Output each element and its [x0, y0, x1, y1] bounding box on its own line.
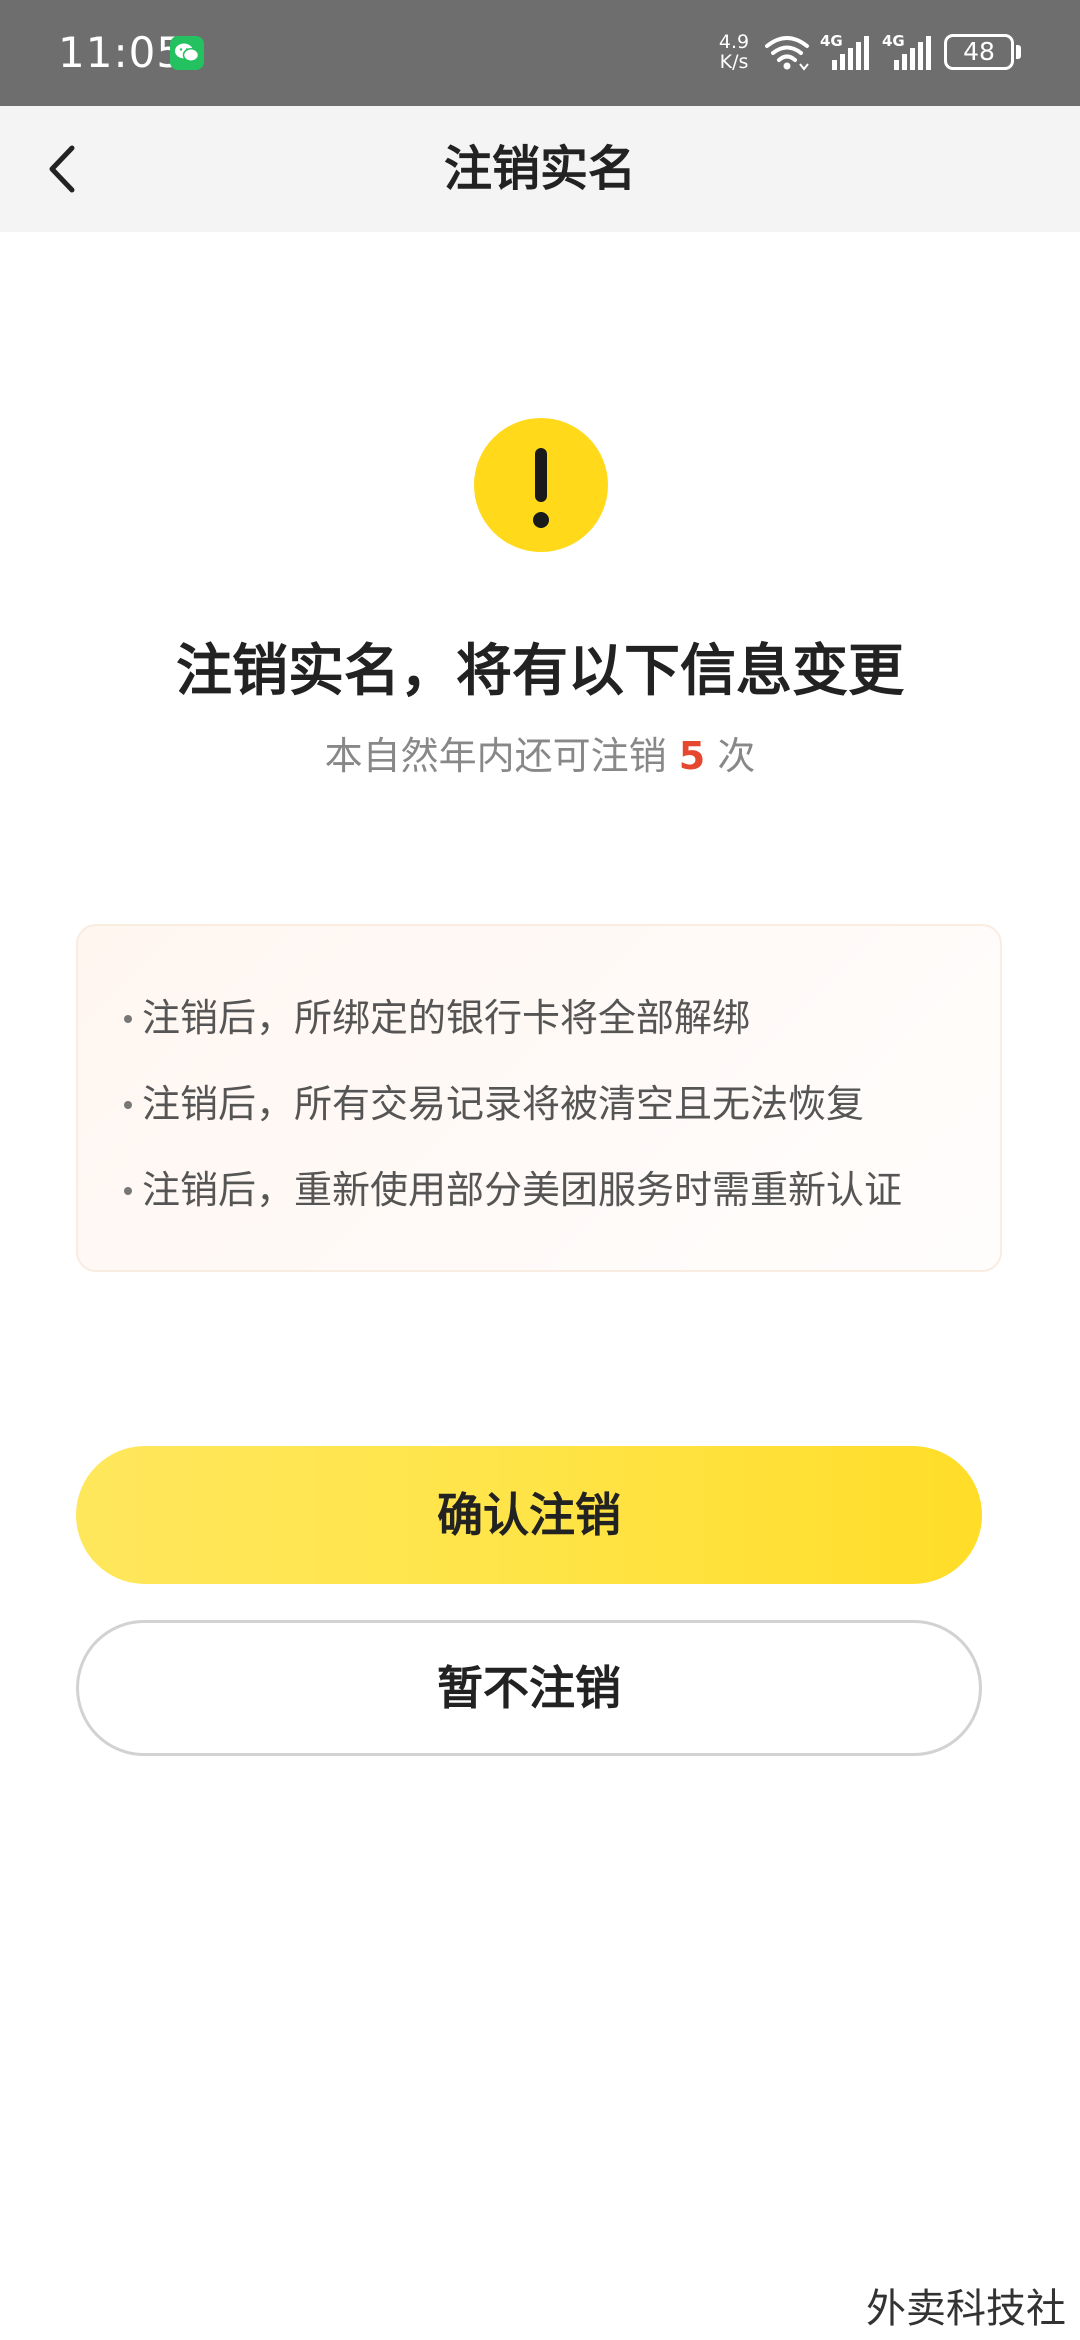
- signal-bars-icon: [894, 36, 931, 70]
- confirm-cancel-button[interactable]: 确认注销: [76, 1446, 982, 1584]
- page-title: 注销实名: [443, 141, 636, 197]
- status-time: 11:05: [58, 28, 185, 77]
- back-arrow-icon[interactable]: [44, 142, 84, 196]
- headline: 注销实名，将有以下信息变更: [176, 639, 904, 704]
- nav-bar: 注销实名: [0, 106, 1080, 232]
- info-item: 注销后，所绑定的银行卡将全部解绑: [124, 988, 750, 1048]
- battery-level: 48: [963, 37, 995, 66]
- info-item-text: 注销后，所绑定的银行卡将全部解绑: [142, 996, 751, 1040]
- page: 11:05 4.9 K/s 4G 4G 48 注销实名 注销实名，将有以下信息变…: [0, 0, 1080, 2340]
- bullet: [124, 1100, 132, 1109]
- watermark-text: 外卖科技社: [866, 2286, 1066, 2332]
- info-item: 注销后，所有交易记录将被清空且无法恢复: [124, 1074, 864, 1134]
- battery-tip: [1016, 45, 1021, 59]
- network-speed-value: 4.9: [718, 31, 750, 53]
- remaining-count-text: 本自然年内还可注销 5 次: [0, 726, 1080, 786]
- battery-icon: 48: [944, 34, 1014, 70]
- warning-icon: [474, 418, 608, 552]
- info-item-text: 注销后，所有交易记录将被清空且无法恢复: [142, 1082, 865, 1126]
- network-speed: 4.9 K/s: [714, 32, 754, 72]
- wifi-icon: [765, 36, 809, 71]
- remaining-count: 5: [678, 734, 706, 778]
- info-item: 注销后，重新使用部分美团服务时需重新认证: [124, 1160, 902, 1220]
- info-box: 注销后，所绑定的银行卡将全部解绑 注销后，所有交易记录将被清空且无法恢复 注销后…: [76, 924, 1002, 1272]
- bullet: [124, 1186, 132, 1195]
- status-bar: 11:05 4.9 K/s 4G 4G 48: [0, 0, 1080, 106]
- remaining-suffix: 次: [717, 734, 756, 778]
- remaining-prefix: 本自然年内还可注销: [324, 734, 667, 778]
- signal-bars-icon: [832, 36, 869, 70]
- wechat-notification-icon: [170, 36, 204, 70]
- info-item-text: 注销后，重新使用部分美团服务时需重新认证: [142, 1168, 903, 1212]
- network-speed-unit: K/s: [719, 51, 749, 73]
- bullet: [124, 1014, 132, 1023]
- not-now-button[interactable]: 暂不注销: [76, 1620, 982, 1756]
